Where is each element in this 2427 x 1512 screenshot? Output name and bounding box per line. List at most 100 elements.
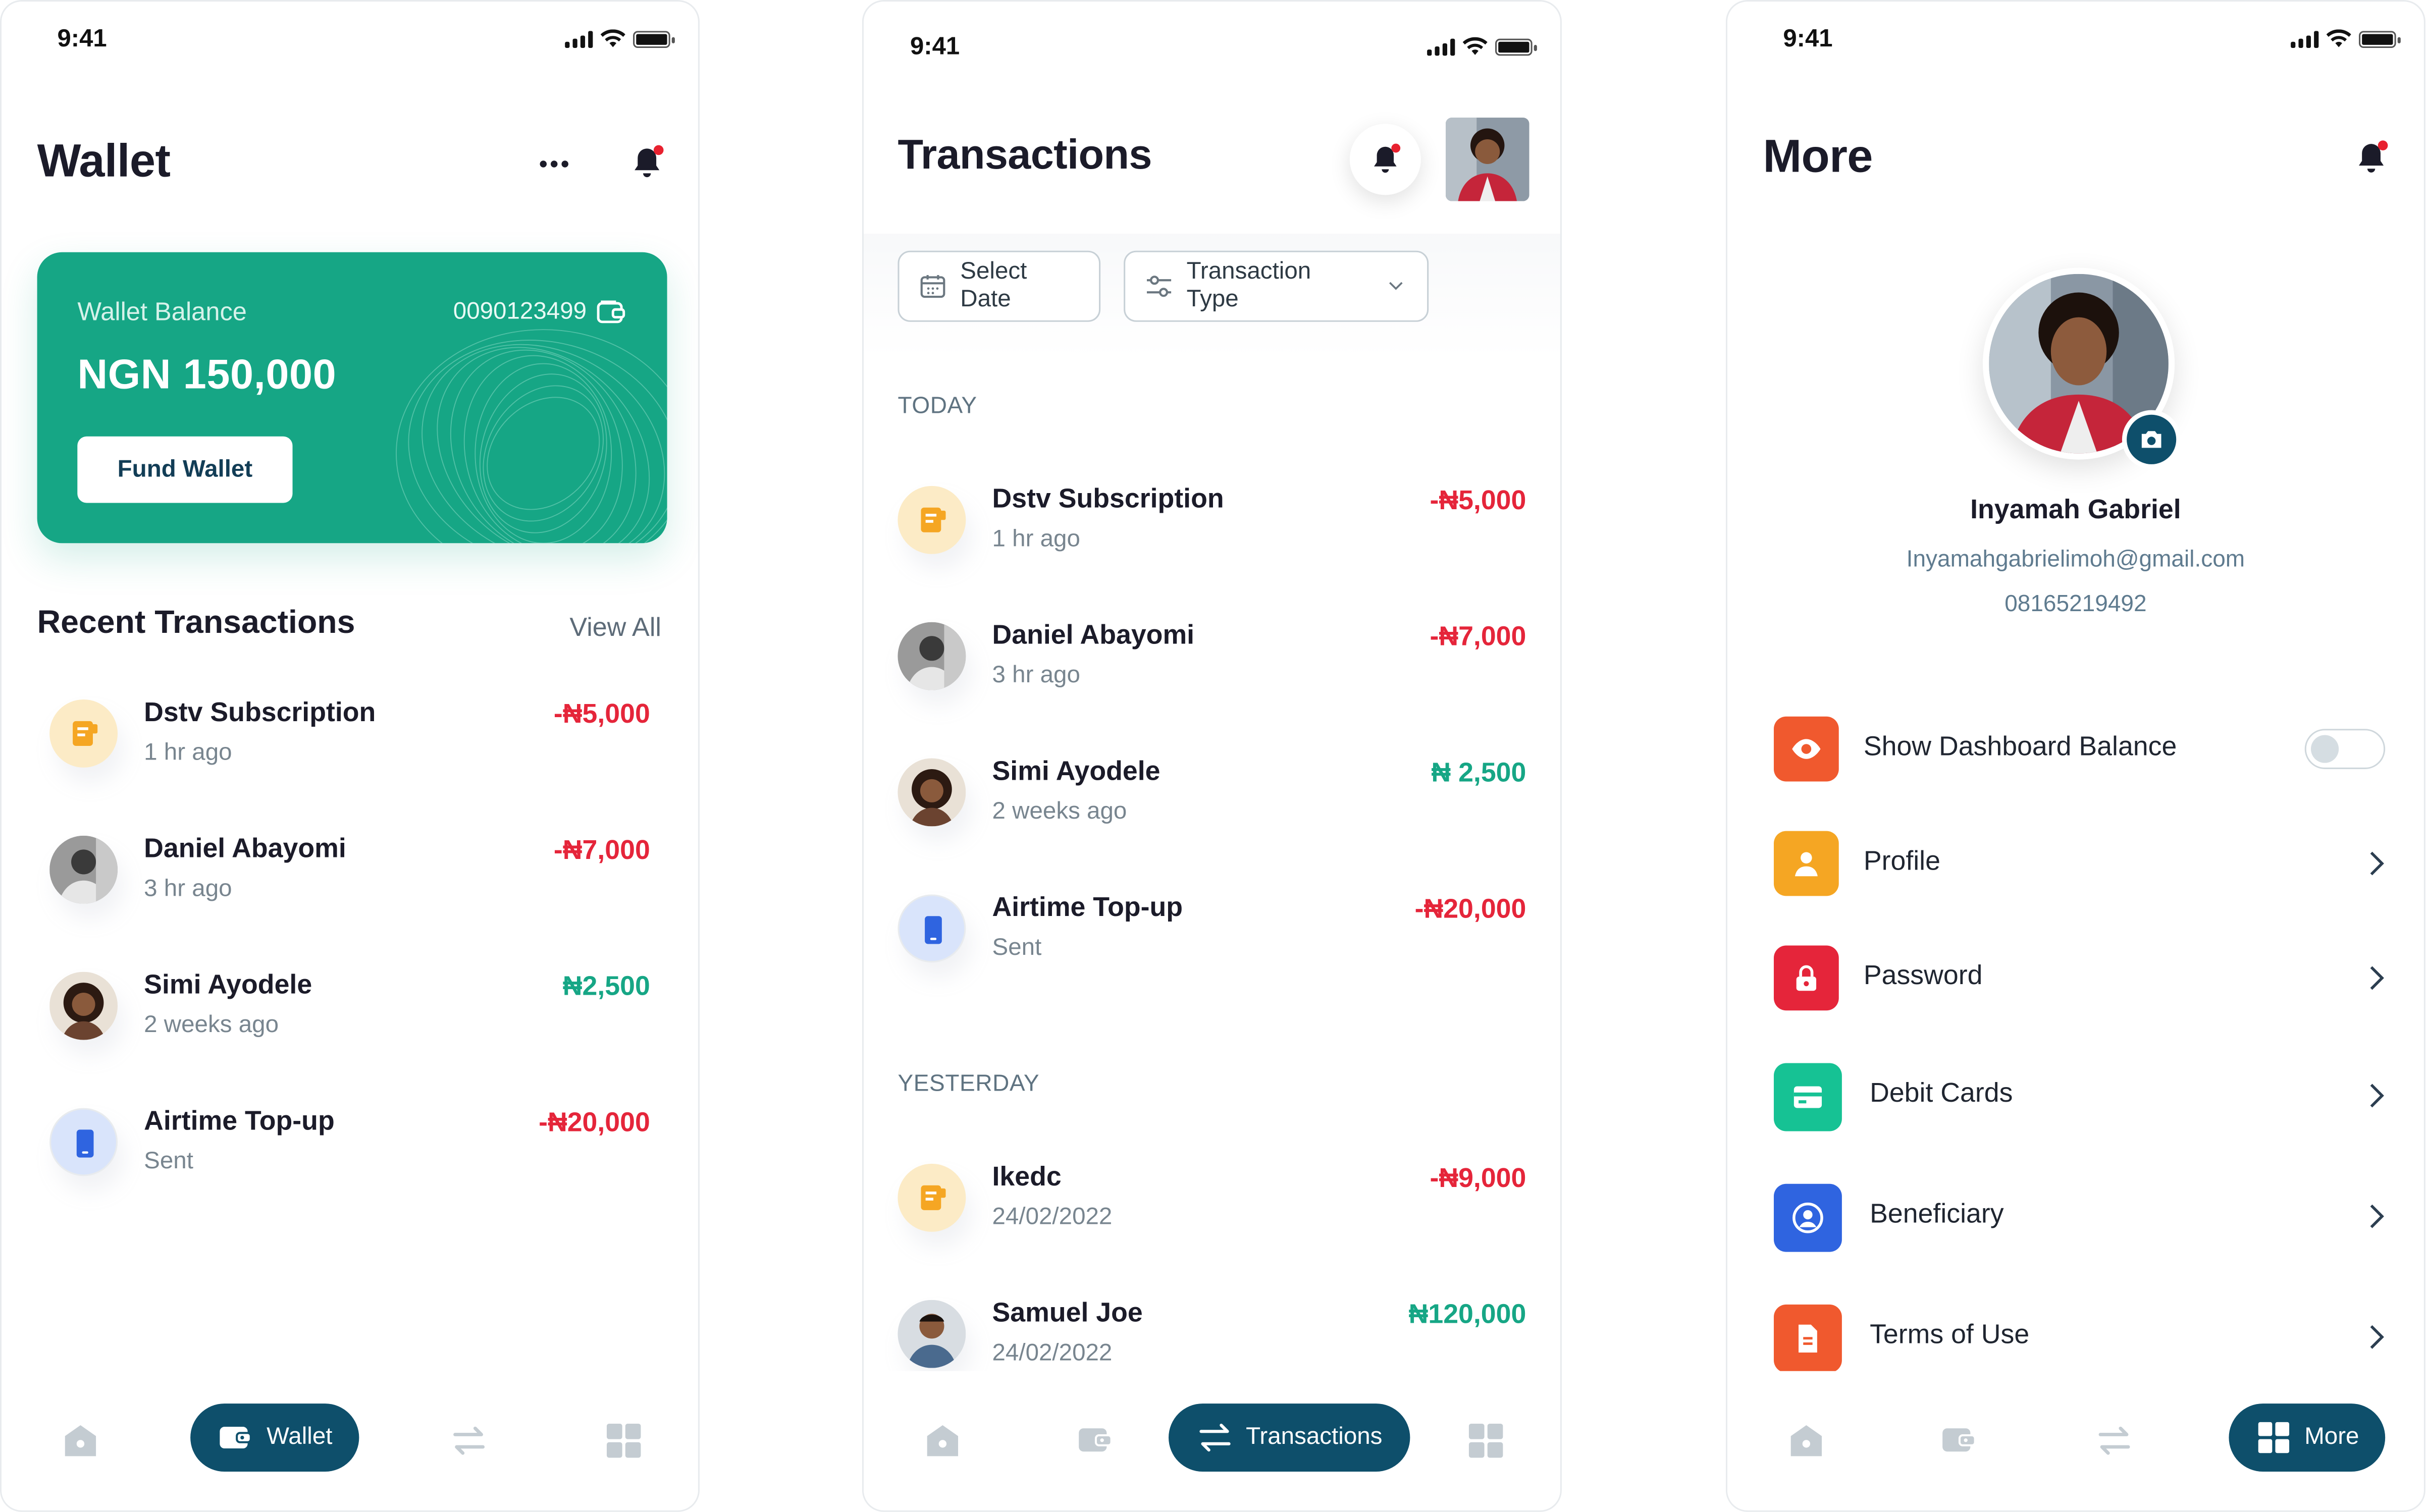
avatar — [898, 622, 966, 690]
bill-icon — [49, 699, 118, 768]
signal-icon — [2291, 30, 2319, 47]
transaction-row[interactable]: Simi Ayodele 2 weeks ago ₦ 2,500 — [864, 741, 1560, 859]
battery-icon — [633, 30, 675, 47]
transaction-row[interactable]: Dstv Subscription 1 hr ago -₦5,000 — [2, 682, 698, 800]
profile-name: Inyamah Gabriel — [1970, 494, 2181, 525]
transaction-row[interactable]: Ikedc 24/02/2022 -₦9,000 — [864, 1147, 1560, 1264]
menu-item-label: Debit Cards — [1870, 1077, 2013, 1108]
menu-item-label: Password — [1863, 959, 1983, 991]
transaction-amount: -₦7,000 — [553, 834, 650, 866]
page-title: Wallet — [37, 136, 171, 188]
document-icon — [1773, 1304, 1842, 1373]
transfer-icon — [1199, 1423, 1231, 1452]
filter-icon — [1147, 276, 1172, 297]
phone-icon — [898, 894, 966, 963]
home-icon[interactable] — [923, 1421, 963, 1461]
chevron-right-icon — [2370, 1325, 2384, 1349]
menu-item-terms-of-use[interactable]: Terms of Use — [1773, 1292, 2385, 1379]
section-label-today: TODAY — [898, 393, 977, 419]
notification-button[interactable] — [1349, 124, 1421, 195]
calendar-icon — [920, 275, 945, 298]
menu-item-beneficiary[interactable]: Beneficiary — [1773, 1171, 2385, 1258]
grid-icon[interactable] — [604, 1421, 644, 1461]
change-photo-button[interactable] — [2122, 410, 2181, 469]
wallet-icon[interactable] — [1939, 1421, 1980, 1461]
page-title: More — [1763, 131, 1873, 183]
status-time: 9:41 — [57, 26, 107, 53]
fund-wallet-button[interactable]: Fund Wallet — [77, 436, 293, 503]
menu-item-password[interactable]: Password — [1773, 933, 2385, 1020]
wifi-icon — [2326, 29, 2351, 47]
card-icon — [1773, 1063, 1842, 1131]
transfer-icon[interactable] — [449, 1421, 489, 1461]
nav-wallet-button[interactable]: Wallet — [190, 1403, 359, 1472]
select-date-label: Select Date — [960, 258, 1027, 313]
transaction-time: 1 hr ago — [992, 526, 1080, 553]
camera-icon — [2141, 431, 2161, 448]
transaction-time: Sent — [992, 935, 1042, 961]
nav-wallet-label: Wallet — [267, 1423, 333, 1450]
chevron-right-icon — [2370, 1084, 2384, 1108]
transaction-name: Simi Ayodele — [144, 968, 312, 1000]
transfer-icon[interactable] — [2094, 1421, 2135, 1461]
transaction-row[interactable]: Dstv Subscription 1 hr ago -₦5,000 — [864, 469, 1560, 586]
nav-transactions-button[interactable]: Transactions — [1169, 1403, 1410, 1472]
wifi-icon — [600, 29, 625, 47]
transaction-row[interactable]: Daniel Abayomi 3 hr ago -₦7,000 — [864, 605, 1560, 723]
view-all-link[interactable]: View All — [569, 613, 661, 643]
transaction-amount: -₦7,000 — [1430, 620, 1526, 652]
page-title: Transactions — [898, 131, 1152, 178]
phone-icon — [49, 1108, 118, 1176]
transaction-row[interactable]: Airtime Top-up Sent -₦20,000 — [864, 878, 1560, 995]
transaction-time: 3 hr ago — [992, 662, 1080, 689]
transaction-row[interactable]: Simi Ayodele 2 weeks ago ₦2,500 — [2, 955, 698, 1072]
chevron-down-icon — [1390, 282, 1403, 290]
wallet-screen: 9:41 Wallet Wallet Balance 0090123499 NG… — [0, 0, 700, 1512]
home-icon[interactable] — [1786, 1421, 1827, 1461]
user-icon — [1773, 831, 1839, 896]
nav-more-button[interactable]: More — [2229, 1403, 2386, 1472]
transaction-row[interactable]: Airtime Top-up Sent -₦20,000 — [2, 1091, 698, 1209]
transaction-name: Airtime Top-up — [144, 1105, 335, 1136]
transaction-name: Simi Ayodele — [992, 755, 1160, 786]
transaction-amount: ₦ 2,500 — [1431, 757, 1526, 788]
notification-bell-icon[interactable] — [2354, 139, 2388, 177]
menu-item-label: Show Dashboard Balance — [1863, 730, 2177, 762]
avatar — [898, 1300, 966, 1368]
grid-icon[interactable] — [1466, 1421, 1506, 1461]
status-time: 9:41 — [1783, 26, 1833, 53]
transaction-amount: ₦120,000 — [1408, 1298, 1526, 1329]
transaction-row[interactable]: Daniel Abayomi 3 hr ago -₦7,000 — [2, 819, 698, 936]
transaction-name: Dstv Subscription — [144, 696, 376, 728]
menu-item-debit-cards[interactable]: Debit Cards — [1773, 1051, 2385, 1138]
menu-item-label: Beneficiary — [1870, 1198, 2004, 1229]
profile-phone: 08165219492 — [2004, 591, 2147, 618]
select-date-filter[interactable]: Select Date — [898, 250, 1101, 322]
grid-icon — [2258, 1422, 2289, 1453]
transaction-time: 1 hr ago — [144, 739, 232, 766]
transaction-type-filter[interactable]: Transaction Type — [1124, 250, 1429, 322]
transaction-name: Ikedc — [992, 1160, 1062, 1192]
menu-item-show-dashboard-balance[interactable]: Show Dashboard Balance — [1773, 704, 2386, 791]
menu-item-profile[interactable]: Profile — [1773, 819, 2385, 905]
user-avatar[interactable] — [1445, 118, 1529, 201]
account-number: 0090123499 — [453, 298, 587, 325]
menu-item-label: Profile — [1863, 845, 1940, 876]
transaction-time: 2 weeks ago — [992, 798, 1127, 825]
show-balance-toggle[interactable] — [2304, 729, 2386, 769]
status-icons — [2291, 29, 2401, 48]
wallet-balance-amount: NGN 150,000 — [77, 351, 337, 398]
notification-bell-icon — [1374, 143, 1401, 173]
status-bar: 9:41 — [864, 2, 1560, 79]
signal-icon — [565, 30, 593, 47]
wallet-icon[interactable] — [1076, 1421, 1116, 1461]
copy-wallet-icon[interactable] — [596, 299, 627, 327]
status-time: 9:41 — [910, 34, 960, 61]
more-options-icon[interactable] — [537, 153, 571, 175]
home-icon[interactable] — [61, 1421, 101, 1461]
recent-transactions-title: Recent Transactions — [37, 605, 355, 641]
notification-bell-icon[interactable] — [630, 144, 664, 181]
status-icons — [1427, 37, 1537, 56]
chevron-right-icon — [2370, 1204, 2384, 1228]
lock-icon — [1773, 945, 1839, 1011]
